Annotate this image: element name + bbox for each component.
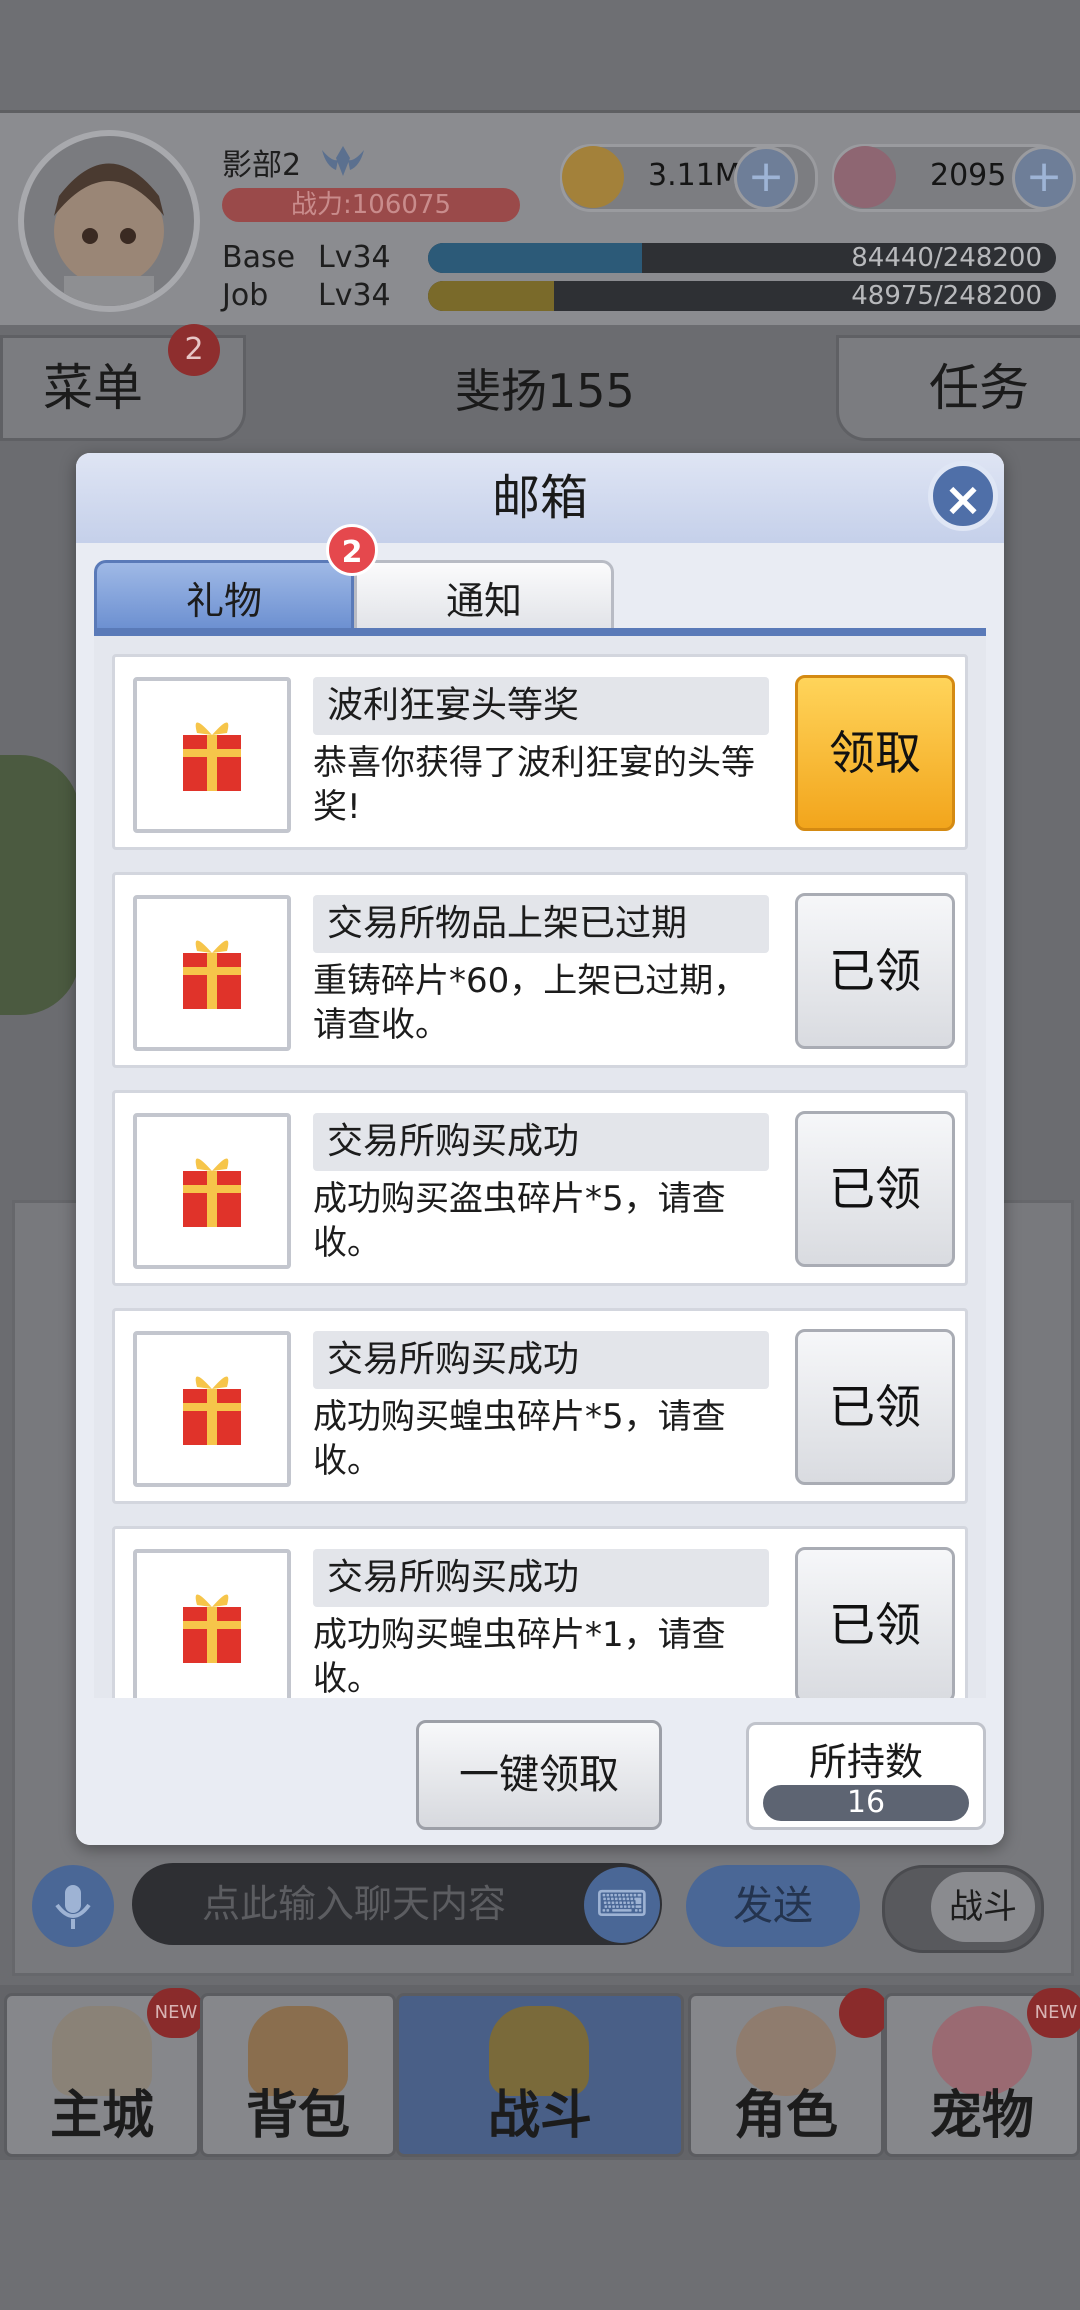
mail-item[interactable]: 交易所购买成功 成功购买蝗虫碎片*5，请查收。 已领 [112, 1308, 968, 1504]
avatar-portrait-icon [54, 163, 164, 306]
base-exp-bar: 84440/248200 [428, 243, 1056, 273]
rank-wings-icon [322, 146, 364, 176]
microphone-button[interactable] [32, 1865, 114, 1947]
microphone-icon [55, 1885, 91, 1929]
tab-notices[interactable]: 通知 [354, 560, 614, 632]
menu-label: 菜单 [43, 359, 143, 417]
claim-button[interactable]: 领取 [795, 675, 955, 831]
job-exp-fill [428, 281, 554, 311]
held-count-box: 所持数 16 [746, 1722, 986, 1830]
mail-subject: 交易所物品上架已过期 [313, 895, 769, 953]
keyboard-button[interactable]: ⌨ [584, 1867, 660, 1943]
mail-subject: 交易所购买成功 [313, 1549, 769, 1607]
tab-gifts-label: 礼物 [185, 579, 262, 623]
gift-box-icon [183, 722, 241, 791]
menu-badge: 2 [168, 324, 220, 376]
keyboard-icon: ⌨ [596, 1884, 648, 1925]
mail-thumbnail [133, 895, 291, 1051]
tab-gifts[interactable]: 礼物 [94, 560, 354, 632]
nav-pet[interactable]: 宠物 NEW [884, 1988, 1080, 2157]
mail-body: 恭喜你获得了波利狂宴的头等奖! [313, 743, 755, 827]
gift-box-icon [183, 1158, 241, 1227]
map-name: 斐扬155 [455, 364, 635, 418]
mail-thumbnail [133, 1549, 291, 1698]
chat-input[interactable]: 点此输入聊天内容 [132, 1863, 662, 1945]
add-zeny-button[interactable]: + [734, 146, 798, 210]
job-exp-text: 48975/248200 [851, 281, 1042, 311]
task-label: 任务 [929, 359, 1029, 417]
mail-item[interactable]: 波利狂宴头等奖 恭喜你获得了波利狂宴的头等奖! 领取 [112, 654, 968, 850]
player-name: 影部2 [222, 148, 302, 183]
job-level: Lv34 [318, 278, 391, 313]
new-badge: NEW [1027, 1988, 1080, 2038]
claimed-button[interactable]: 已领 [795, 1547, 955, 1698]
claim-all-button[interactable]: 一键领取 [416, 1720, 662, 1830]
mail-item[interactable]: 交易所物品上架已过期 重铸碎片*60，上架已过期，请查收。 已领 [112, 872, 968, 1068]
zeny-value: 3.11M [648, 158, 741, 193]
base-exp-fill [428, 243, 642, 273]
battle-toggle[interactable]: 战斗 [882, 1865, 1044, 1953]
mailbox-title: 邮箱 [491, 470, 588, 526]
player-avatar[interactable] [18, 130, 200, 312]
nav-battle-label: 战斗 [487, 2086, 592, 2146]
mail-thumbnail [133, 1331, 291, 1487]
task-button[interactable]: 任务 [836, 335, 1080, 441]
gem-value: 2095 [930, 158, 1007, 193]
bottom-nav: 主城 NEW 背包 战斗 角色 宠物 NEW [0, 1985, 1080, 2160]
claimed-button[interactable]: 已领 [795, 893, 955, 1049]
tab-underline [94, 628, 986, 636]
gift-box-icon [183, 940, 241, 1009]
gift-box-icon [183, 1594, 241, 1663]
mail-body: 成功购买蝗虫碎片*5，请查收。 [313, 1397, 726, 1481]
mail-subject: 交易所购买成功 [313, 1331, 769, 1389]
send-button[interactable]: 发送 [686, 1865, 860, 1947]
tab-notices-label: 通知 [445, 579, 522, 623]
mailbox-header: 邮箱 [76, 453, 1004, 543]
nav-battle[interactable]: 战斗 [396, 1993, 684, 2157]
battle-toggle-label: 战斗 [931, 1872, 1035, 1942]
close-icon: × [943, 472, 983, 526]
nav-pet-label: 宠物 [929, 2086, 1034, 2146]
base-level: Lv34 [318, 240, 391, 275]
nav-bag[interactable]: 背包 [200, 1993, 396, 2157]
mail-subject: 交易所购买成功 [313, 1113, 769, 1171]
mail-list[interactable]: 波利狂宴头等奖 恭喜你获得了波利狂宴的头等奖! 领取 交易所物品上架已过期 重铸… [94, 636, 986, 1698]
mail-body: 重铸碎片*60，上架已过期，请查收。 [313, 961, 748, 1045]
new-badge: NEW [147, 1988, 205, 2038]
job-label: Job [222, 278, 269, 313]
nav-bag-label: 背包 [245, 2086, 350, 2146]
gift-tab-badge: 2 [326, 524, 378, 576]
gem-crystal-icon [834, 146, 896, 208]
job-exp-bar: 48975/248200 [428, 281, 1056, 311]
nav-city[interactable]: 主城 NEW [4, 1988, 205, 2157]
nav-character-label: 角色 [733, 2086, 838, 2146]
zeny-coin-icon [562, 146, 624, 208]
base-exp-text: 84440/248200 [851, 243, 1042, 273]
mail-body: 成功购买盗虫碎片*5，请查收。 [313, 1179, 726, 1263]
tree-decoration [0, 755, 80, 1015]
claimed-button[interactable]: 已领 [795, 1111, 955, 1267]
mail-subject: 波利狂宴头等奖 [313, 677, 769, 735]
mail-thumbnail [133, 1113, 291, 1269]
held-count-label: 所持数 [808, 1740, 923, 1784]
mail-item[interactable]: 交易所购买成功 成功购买盗虫碎片*5，请查收。 已领 [112, 1090, 968, 1286]
mail-thumbnail [133, 677, 291, 833]
mail-body: 成功购买蝗虫碎片*1，请查收。 [313, 1615, 726, 1698]
gift-box-icon [183, 1376, 241, 1445]
combat-power: 战力:106075 [222, 188, 520, 222]
nav-character[interactable]: 角色 [688, 1988, 889, 2157]
held-count-value: 16 [763, 1785, 969, 1821]
shirt-badge-icon [839, 1988, 889, 2038]
base-label: Base [222, 240, 296, 275]
mail-item[interactable]: 交易所购买成功 成功购买蝗虫碎片*1，请查收。 已领 [112, 1526, 968, 1698]
claimed-button[interactable]: 已领 [795, 1329, 955, 1485]
add-gems-button[interactable]: + [1012, 146, 1076, 210]
close-button[interactable]: × [928, 461, 998, 531]
nav-city-label: 主城 [49, 2086, 154, 2146]
